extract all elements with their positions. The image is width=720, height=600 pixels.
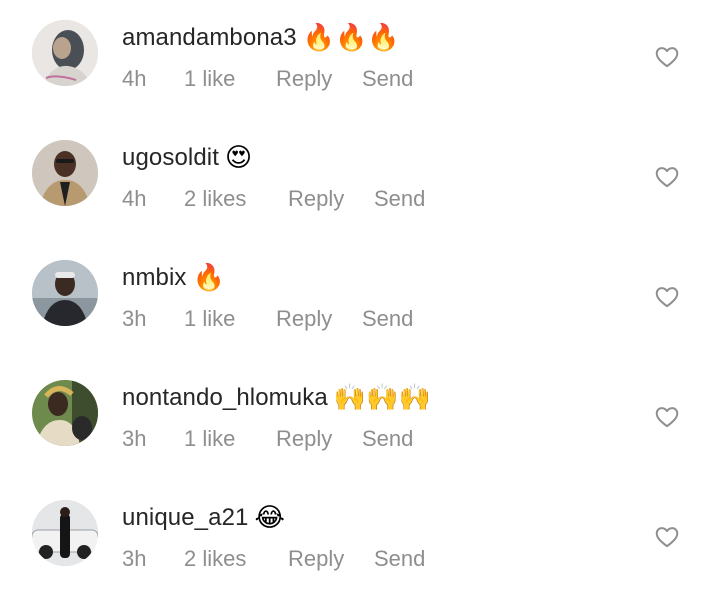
comment-username[interactable]: nontando_hlomuka [122,384,328,412]
reply-button[interactable]: Reply [288,186,374,212]
comment-text: 😂 [254,503,285,533]
like-button[interactable] [654,164,680,190]
comment-username[interactable]: amandambona3 [122,24,297,52]
avatar-image [32,20,98,86]
comment-username[interactable]: unique_a21 [122,504,248,532]
avatar-image [32,380,98,446]
like-button[interactable] [654,524,680,550]
heart-outline-icon [655,167,679,188]
comment-likes-count[interactable]: 1 like [184,426,276,452]
reply-button[interactable]: Reply [276,306,362,332]
comment-timestamp: 4h [122,186,147,211]
comment-text: 🔥🔥🔥 [302,23,400,53]
comment-timestamp: 4h [122,66,147,91]
comment-likes-count[interactable]: 2 likes [184,186,288,212]
comment-row: nmbix 🔥 3h 1 like Reply Send [0,260,720,360]
heart-outline-icon [655,527,679,548]
avatar[interactable] [32,140,98,206]
avatar[interactable] [32,380,98,446]
comment-timestamp: 3h [122,306,147,331]
comment-text: 🙌🙌🙌 [333,383,431,413]
comment-timestamp: 3h [122,426,147,451]
avatar-image [32,500,98,566]
comment-likes-count[interactable]: 2 likes [184,546,288,572]
comment-text: 🔥 [192,263,225,293]
heart-outline-icon [655,287,679,308]
reply-button[interactable]: Reply [276,66,362,92]
comment-username[interactable]: ugosoldit [122,144,219,172]
reply-button[interactable]: Reply [288,546,374,572]
comment-text: 😍 [224,143,253,173]
comment-row: ugosoldit 😍 4h 2 likes Reply Send [0,140,720,240]
heart-outline-icon [655,407,679,428]
avatar-image [32,140,98,206]
comment-row: nontando_hlomuka 🙌🙌🙌 3h 1 like Reply Sen… [0,380,720,480]
send-button[interactable]: Send [362,306,413,332]
send-button[interactable]: Send [362,66,413,92]
comment-row: amandambona3 🔥🔥🔥 4h 1 like Reply Send [0,20,720,120]
comment-row: unique_a21 😂 3h 2 likes Reply Send [0,500,720,600]
avatar[interactable] [32,500,98,566]
comment-likes-count[interactable]: 1 like [184,66,276,92]
send-button[interactable]: Send [362,426,413,452]
like-button[interactable] [654,404,680,430]
send-button[interactable]: Send [374,546,425,572]
avatar[interactable] [32,260,98,326]
reply-button[interactable]: Reply [276,426,362,452]
like-button[interactable] [654,284,680,310]
avatar[interactable] [32,20,98,86]
comment-username[interactable]: nmbix [122,264,187,292]
send-button[interactable]: Send [374,186,425,212]
like-button[interactable] [654,44,680,70]
comment-likes-count[interactable]: 1 like [184,306,276,332]
comment-timestamp: 3h [122,546,147,571]
heart-outline-icon [655,47,679,68]
avatar-image [32,260,98,326]
